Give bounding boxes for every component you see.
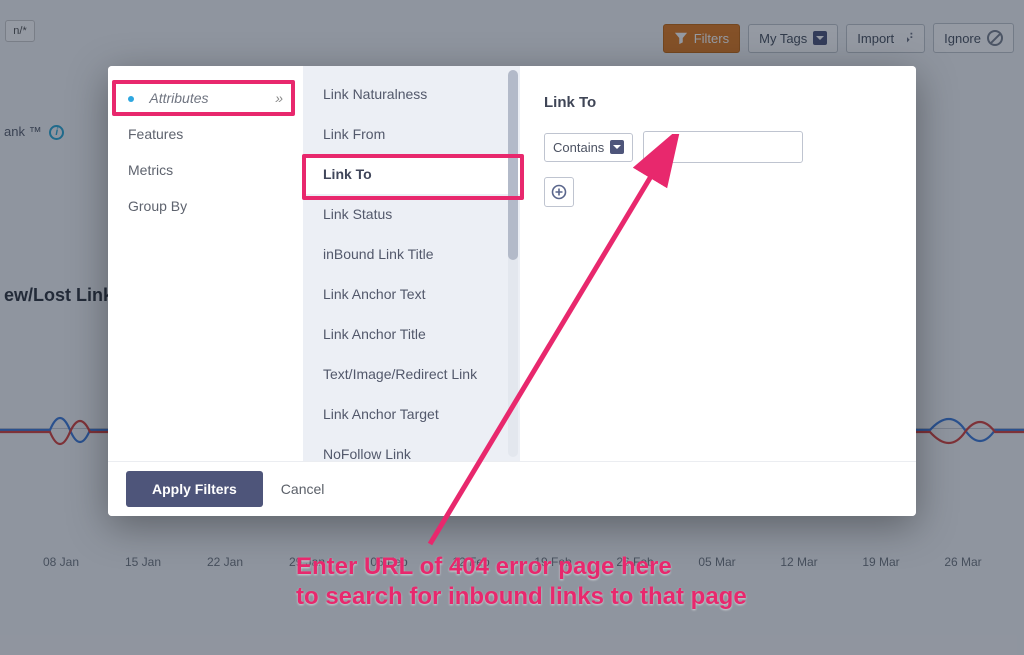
attr-link-anchor-target[interactable]: Link Anchor Target xyxy=(303,394,520,434)
add-condition-button[interactable] xyxy=(544,177,574,207)
attr-link-status[interactable]: Link Status xyxy=(303,194,520,234)
attr-link-anchor-text[interactable]: Link Anchor Text xyxy=(303,274,520,314)
filter-config-column: Link To Contains xyxy=(520,66,916,461)
attr-inbound-link-title[interactable]: inBound Link Title xyxy=(303,234,520,274)
attr-label: inBound Link Title xyxy=(323,246,434,262)
filter-category-label: Metrics xyxy=(128,162,173,178)
attr-label: NoFollow Link xyxy=(323,446,411,461)
attr-label: Link Naturalness xyxy=(323,86,427,102)
operator-dropdown[interactable]: Contains xyxy=(544,133,633,162)
apply-filters-label: Apply Filters xyxy=(152,481,237,497)
modal-footer: Apply Filters Cancel xyxy=(108,461,916,516)
chevron-right-icon: » xyxy=(275,90,283,106)
filter-category-label: Attributes xyxy=(149,90,208,106)
cancel-button[interactable]: Cancel xyxy=(281,481,325,497)
filter-config-title: Link To xyxy=(544,94,892,111)
filter-category-attributes[interactable]: Attributes » xyxy=(108,80,303,116)
filter-value-input[interactable] xyxy=(643,131,803,163)
filter-category-features[interactable]: Features xyxy=(108,116,303,152)
attr-label: Link Anchor Text xyxy=(323,286,425,302)
attr-label: Link From xyxy=(323,126,385,142)
scrollbar-thumb[interactable] xyxy=(508,70,518,260)
cancel-label: Cancel xyxy=(281,481,325,497)
attr-label: Link To xyxy=(323,166,372,182)
filters-modal: Attributes » Features Metrics Group By L… xyxy=(108,66,916,516)
attr-label: Link Status xyxy=(323,206,392,222)
attr-nofollow-link[interactable]: NoFollow Link xyxy=(303,434,520,461)
attr-label: Text/Image/Redirect Link xyxy=(323,366,477,382)
filter-category-groupby[interactable]: Group By xyxy=(108,188,303,224)
active-dot-icon xyxy=(128,96,134,102)
attr-link-to[interactable]: Link To xyxy=(303,154,520,194)
attr-link-naturalness[interactable]: Link Naturalness xyxy=(303,74,520,114)
plus-circle-icon xyxy=(551,184,567,200)
attr-link-anchor-title[interactable]: Link Anchor Title xyxy=(303,314,520,354)
filter-category-label: Group By xyxy=(128,198,187,214)
apply-filters-button[interactable]: Apply Filters xyxy=(126,471,263,507)
filter-attributes-column: Link Naturalness Link From Link To Link … xyxy=(303,66,520,461)
filter-categories-column: Attributes » Features Metrics Group By xyxy=(108,66,303,461)
filter-category-metrics[interactable]: Metrics xyxy=(108,152,303,188)
chevron-down-icon xyxy=(610,140,624,154)
attr-label: Link Anchor Title xyxy=(323,326,426,342)
operator-label: Contains xyxy=(553,140,604,155)
attr-text-image-redirect[interactable]: Text/Image/Redirect Link xyxy=(303,354,520,394)
filter-category-label: Features xyxy=(128,126,183,142)
filter-condition-row: Contains xyxy=(544,131,892,163)
attr-link-from[interactable]: Link From xyxy=(303,114,520,154)
modal-body: Attributes » Features Metrics Group By L… xyxy=(108,66,916,461)
attr-label: Link Anchor Target xyxy=(323,406,439,422)
